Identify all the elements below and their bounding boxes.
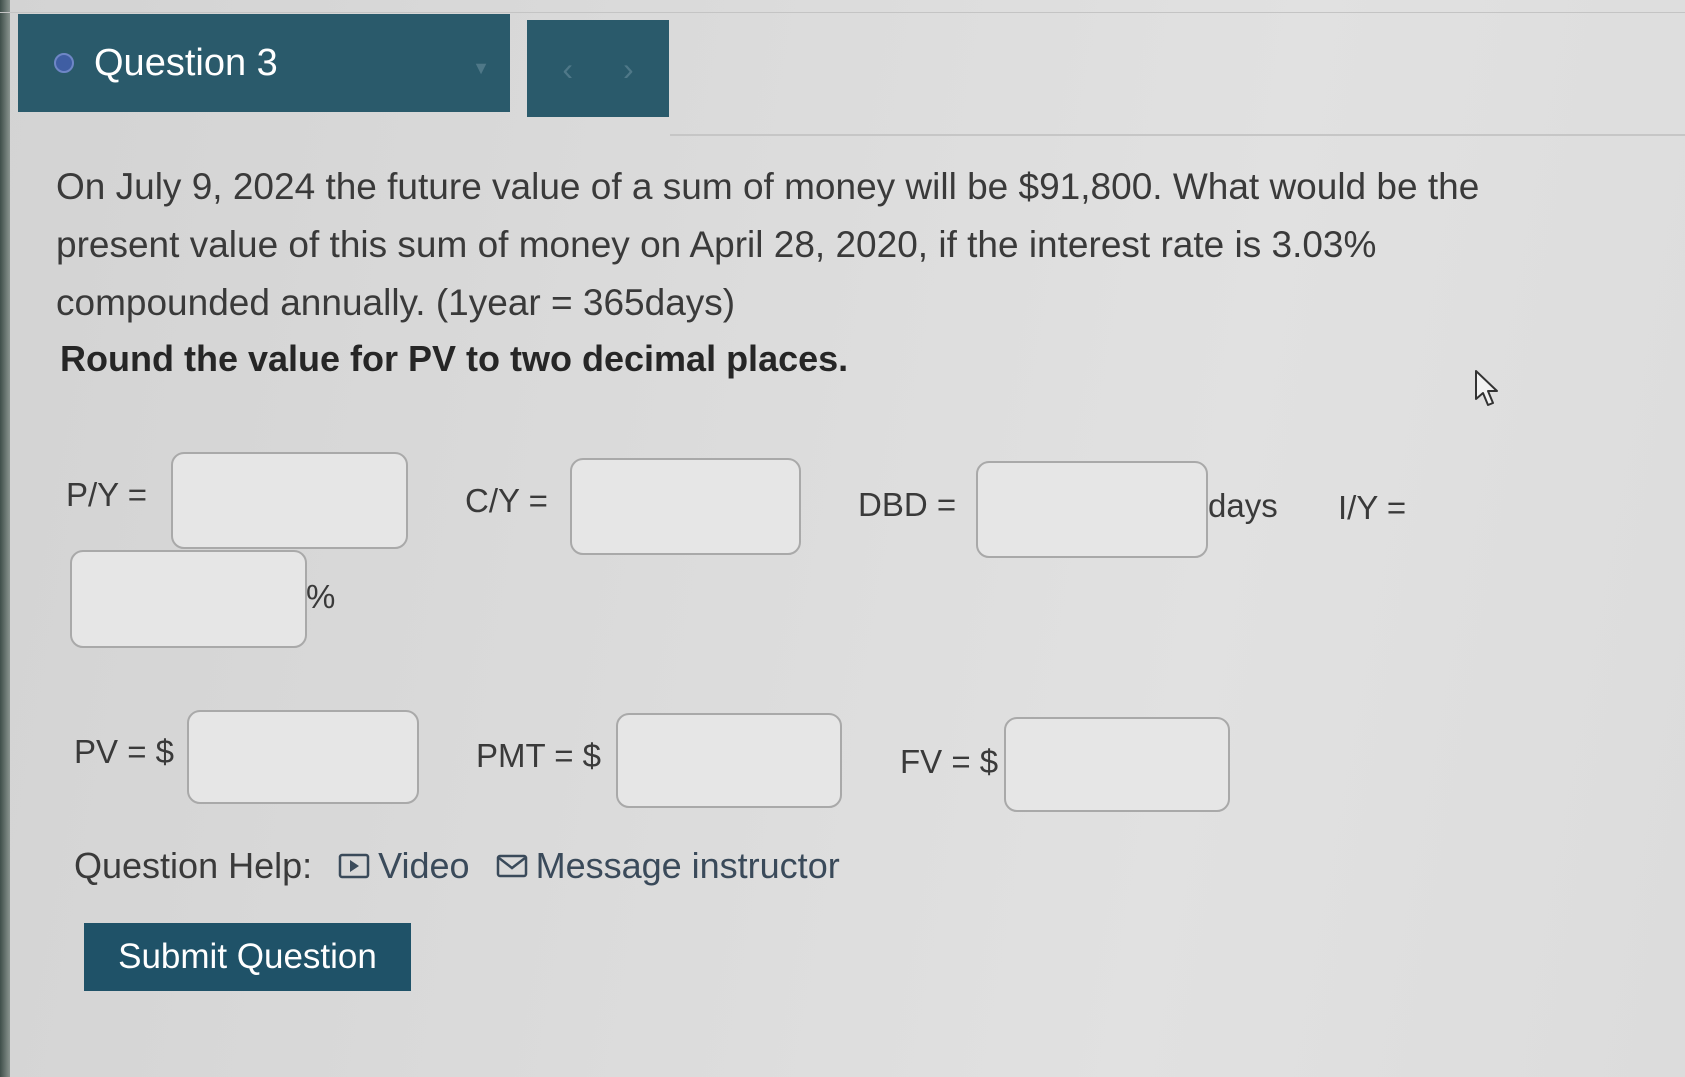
pv-input[interactable]	[187, 710, 419, 804]
pmt-input[interactable]	[616, 713, 842, 808]
dbd-label: DBD =	[858, 486, 957, 523]
chevron-down-icon: ▼	[472, 58, 490, 78]
envelope-icon	[496, 854, 527, 878]
mouse-cursor-icon	[1475, 370, 1498, 406]
dbd-input[interactable]	[976, 461, 1208, 558]
cy-input[interactable]	[570, 458, 801, 555]
question-label: Question 3	[94, 41, 278, 84]
message-instructor-link[interactable]: Message instructor	[496, 845, 840, 887]
video-link[interactable]: Video	[338, 845, 470, 887]
cy-label: C/Y =	[465, 482, 548, 519]
pv-label: PV = $	[74, 733, 174, 770]
fv-label: FV = $	[900, 743, 999, 780]
submit-question-button[interactable]: Submit Question	[84, 923, 411, 991]
pmt-label: PMT = $	[476, 737, 602, 774]
py-label: P/Y =	[66, 476, 148, 513]
dbd-unit: days	[1208, 487, 1278, 524]
iy-label: I/Y =	[1338, 489, 1407, 526]
question-instruction: Round the value for PV to two decimal pl…	[60, 338, 849, 379]
header-divider	[670, 134, 1685, 136]
fv-input[interactable]	[1004, 717, 1230, 812]
status-dot-icon	[54, 53, 74, 73]
next-question-icon[interactable]: ›	[623, 53, 634, 85]
question-help: Question Help: Video Message instructor	[74, 838, 840, 894]
help-label: Question Help:	[74, 845, 313, 886]
top-divider	[0, 12, 1685, 13]
window-edge	[0, 0, 10, 1077]
question-text: On July 9, 2024 the future value of a su…	[56, 166, 1480, 323]
iy-input[interactable]	[70, 550, 307, 648]
question-selector[interactable]: Question 3 ▼	[18, 14, 510, 112]
py-input[interactable]	[171, 452, 408, 549]
iy-unit: %	[306, 578, 336, 615]
prev-question-icon[interactable]: ‹	[562, 53, 573, 85]
video-link-label: Video	[378, 845, 470, 886]
video-icon	[338, 853, 370, 879]
question-nav: ‹ ›	[527, 20, 669, 117]
message-instructor-label: Message instructor	[535, 845, 840, 886]
page: Question 3 ▼ ‹ › On July 9, 2024 the fut…	[0, 0, 1685, 1077]
